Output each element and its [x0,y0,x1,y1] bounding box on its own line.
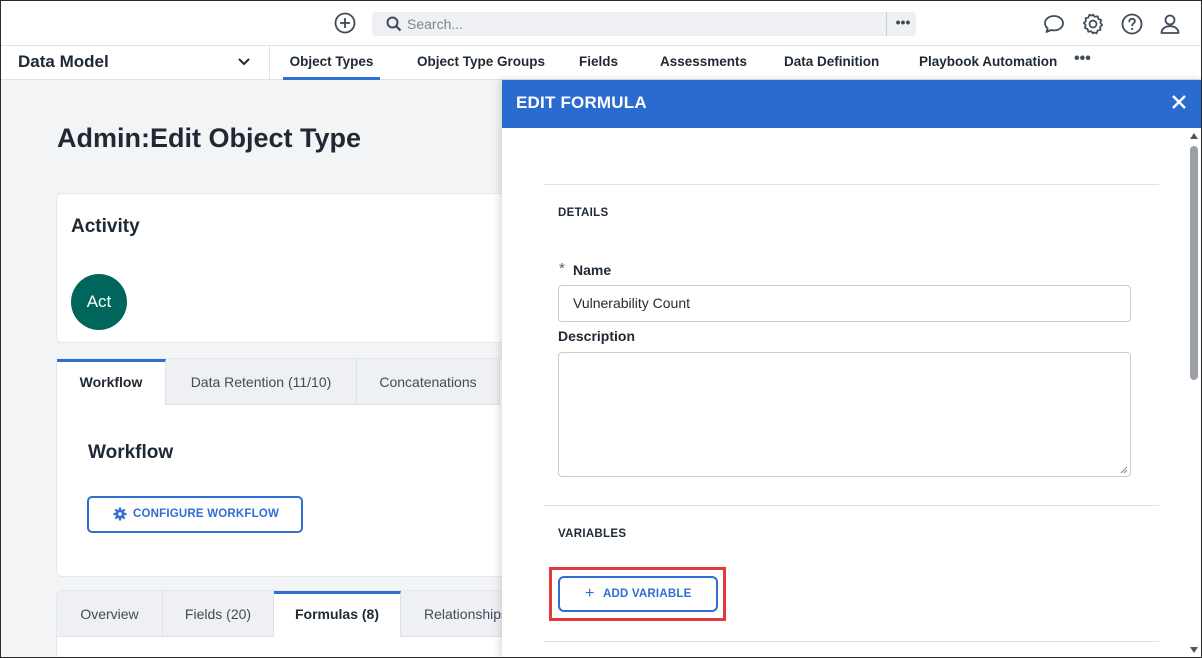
app-window: Search... ••• Data Model Object Types Ob… [0,0,1202,658]
add-variable-label: ADD VARIABLE [603,588,692,600]
scroll-thumb[interactable] [1190,146,1198,380]
add-variable-button[interactable]: + ADD VARIABLE [558,576,718,612]
details-section-label: DETAILS [558,207,609,219]
avatar: Act [71,274,127,330]
tab-playbook-automation[interactable]: Playbook Automation [919,46,1057,80]
settings-icon[interactable] [1081,12,1105,36]
page-title-separator: : [141,123,150,153]
tab-data-definition[interactable]: Data Definition [784,46,879,80]
tab-object-type-groups[interactable]: Object Type Groups [417,46,545,80]
page-title-main: Edit Object Type [150,123,362,153]
page-title: Admin:Edit Object Type [57,123,361,154]
search-divider [886,12,887,36]
search-options-button[interactable]: ••• [890,14,916,34]
workflow-title: Workflow [88,442,174,463]
gear-icon [113,507,127,521]
search-icon [386,16,402,32]
divider [544,505,1159,506]
scroll-down-icon[interactable] [1190,647,1198,653]
help-icon[interactable] [1120,12,1144,36]
activity-card: Activity Act [56,193,526,343]
configure-workflow-label: CONFIGURE WORKFLOW [133,508,280,520]
add-circle-icon[interactable] [334,12,356,34]
tab-assessments[interactable]: Assessments [660,46,747,80]
workflow-tabs: Workflow Data Retention (11/10) Concaten… [57,359,527,405]
workflow-card: Workflow Data Retention (11/10) Concaten… [56,358,526,577]
scroll-up-icon[interactable] [1190,133,1198,139]
panel-scrollbar[interactable] [1187,130,1201,657]
name-field[interactable]: Vulnerability Count [558,285,1131,322]
tab-concatenations[interactable]: Concatenations [357,359,500,405]
panel-title: EDIT FORMULA [516,93,647,112]
chat-icon[interactable] [1042,12,1066,36]
name-label: Name [573,262,612,278]
panel-header: EDIT FORMULA [502,80,1201,128]
tab-object-types[interactable]: Object Types [283,46,380,80]
tab-workflow[interactable]: Workflow [57,359,166,405]
required-marker: * [559,260,565,277]
variables-section-label: VARIABLES [558,528,627,540]
tab-fields[interactable]: Fields [579,46,618,80]
module-selector[interactable]: Data Model [1,46,270,80]
user-icon[interactable] [1158,12,1182,36]
tab-overview[interactable]: Overview [57,591,163,637]
module-label: Data Model [18,52,109,71]
divider [544,184,1159,185]
search-input[interactable]: Search... [407,16,463,32]
tab-fields-count[interactable]: Fields (20) [163,591,274,637]
tab-formulas[interactable]: Formulas (8) [274,591,401,637]
search-bar[interactable]: Search... ••• [372,12,916,36]
top-bar: Search... ••• [1,1,1201,46]
activity-title: Activity [71,216,140,237]
resize-handle-icon[interactable] [1120,466,1128,474]
chevron-down-icon [238,58,250,66]
description-label: Description [558,328,636,344]
description-field[interactable] [558,352,1131,477]
divider [544,641,1159,642]
object-type-tabs: Overview Fields (20) Formulas (8) Relati… [56,590,527,657]
configure-workflow-button[interactable]: CONFIGURE WORKFLOW [87,496,303,533]
close-icon[interactable] [1170,93,1188,111]
page-title-prefix: Admin [57,123,141,153]
plus-icon: + [585,585,595,602]
nav-more-button[interactable]: ••• [1074,50,1091,68]
nav-bar: Data Model Object Types Object Type Grou… [1,46,1201,80]
edit-formula-panel: EDIT FORMULA DETAILS * Name Vulnerabilit… [502,80,1201,657]
tab-data-retention[interactable]: Data Retention (11/10) [166,359,357,405]
